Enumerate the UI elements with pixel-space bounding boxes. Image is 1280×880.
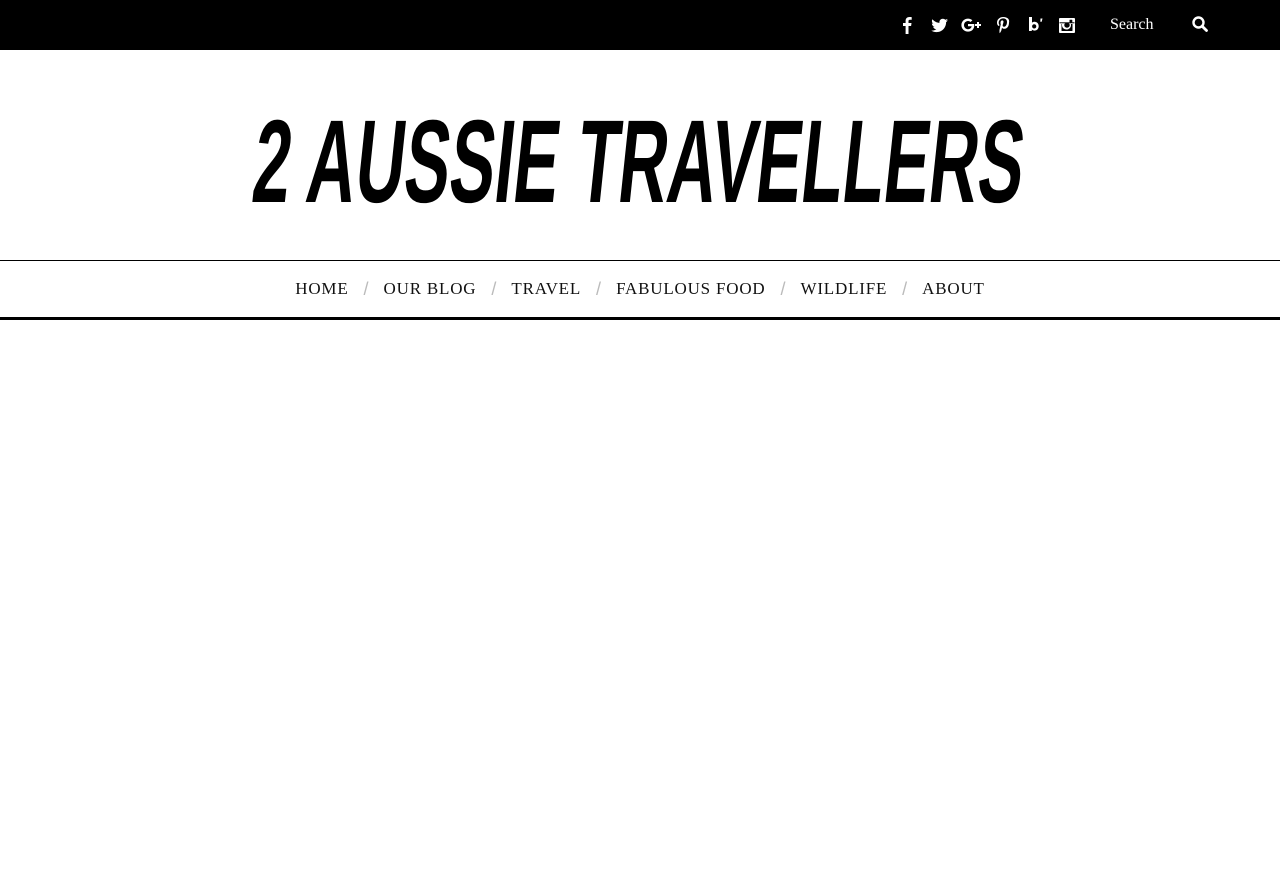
- nav-travel[interactable]: TRAVEL: [511, 279, 581, 299]
- bloglovin-icon[interactable]: [1023, 12, 1047, 38]
- google-plus-icon[interactable]: [959, 12, 983, 38]
- social-links: [895, 12, 1079, 38]
- nav-our-blog[interactable]: OUR BLOG: [384, 279, 477, 299]
- top-bar: [0, 0, 1280, 50]
- nav-separator: /: [780, 278, 786, 299]
- instagram-icon[interactable]: [1055, 12, 1079, 38]
- nav-wildlife[interactable]: WILDLIFE: [801, 279, 888, 299]
- nav-separator: /: [902, 278, 908, 299]
- main-nav: HOME / OUR BLOG / TRAVEL / FABULOUS FOOD…: [0, 260, 1280, 320]
- nav-separator: /: [363, 278, 369, 299]
- search-icon[interactable]: [1190, 13, 1210, 35]
- svg-text:2 AUSSIE TRAVELLERS: 2 AUSSIE TRAVELLERS: [247, 96, 1031, 228]
- pinterest-icon[interactable]: [991, 12, 1015, 38]
- nav-about[interactable]: ABOUT: [922, 279, 985, 299]
- nav-fabulous-food[interactable]: FABULOUS FOOD: [616, 279, 765, 299]
- site-logo[interactable]: 2 AUSSIE TRAVELLERS: [240, 80, 1040, 230]
- search-input[interactable]: [1100, 13, 1190, 37]
- nav-separator: /: [491, 278, 497, 299]
- nav-separator: /: [596, 278, 602, 299]
- twitter-icon[interactable]: [927, 12, 951, 38]
- facebook-icon[interactable]: [895, 12, 919, 38]
- nav-home[interactable]: HOME: [295, 279, 348, 299]
